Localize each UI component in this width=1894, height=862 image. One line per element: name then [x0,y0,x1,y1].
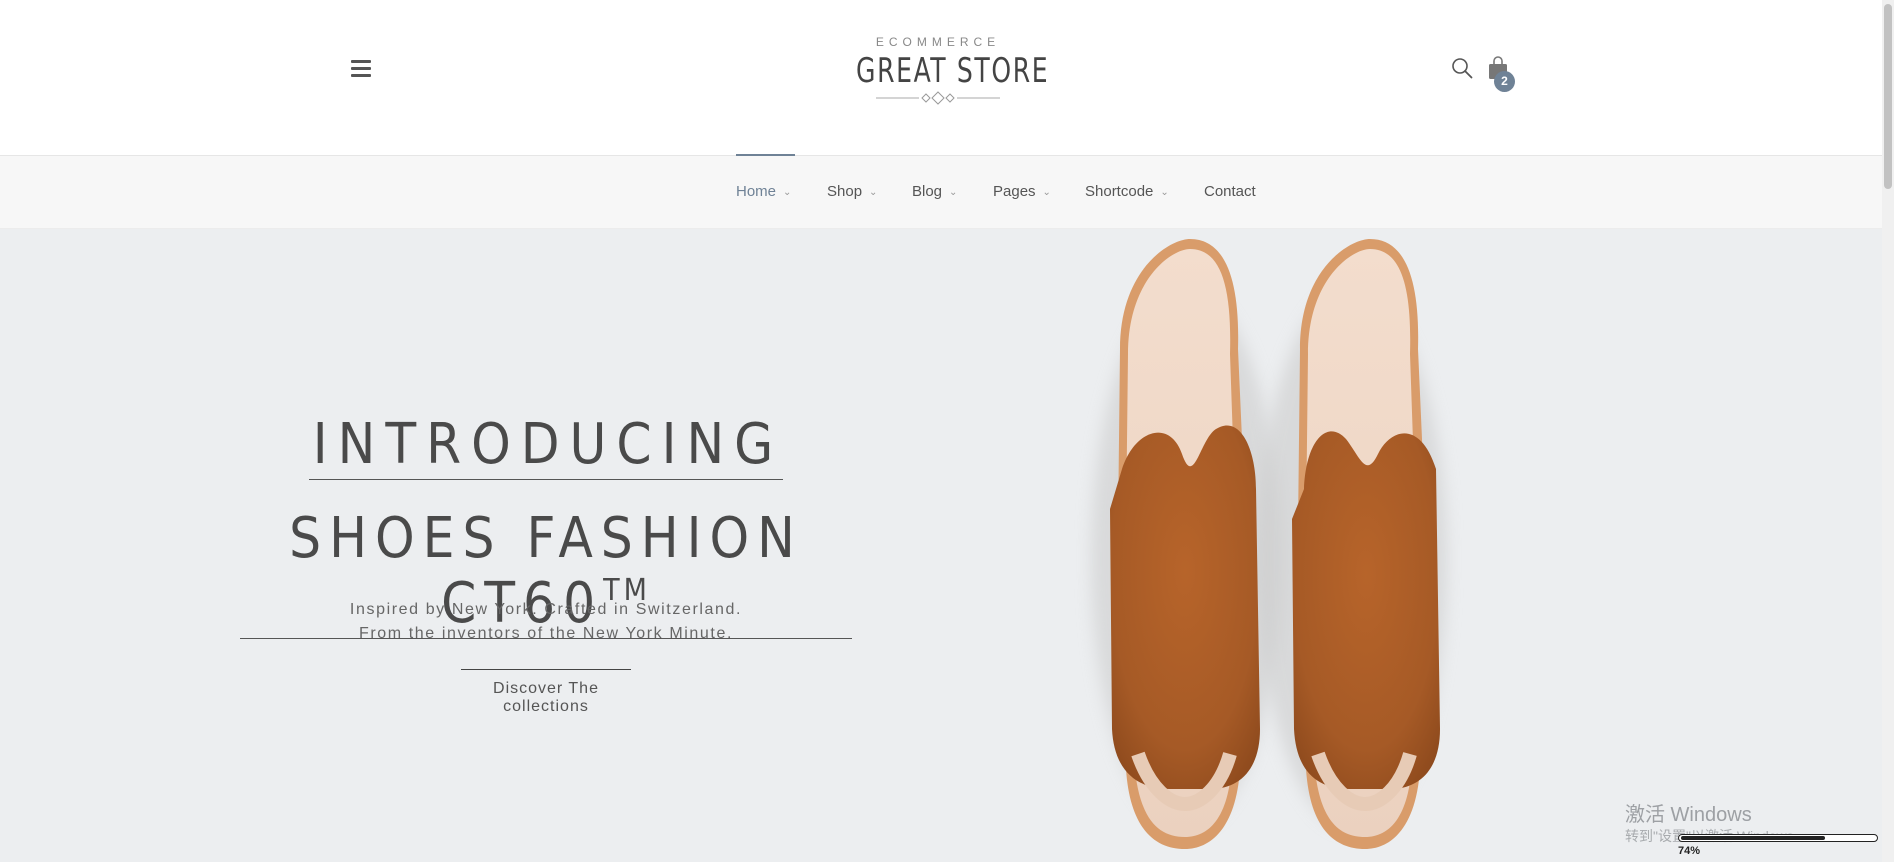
nav-item-home[interactable]: Home ⌄ [736,154,796,228]
nav-item-label: Contact [1204,183,1256,200]
nav-item-label: Shortcode [1085,183,1154,200]
zoom-level-label: 74% [1678,845,1701,857]
logo-title: GREAT STORE [856,51,1050,91]
discover-collections-link[interactable]: Discover The collections [461,669,631,716]
chevron-down-icon: ⌄ [783,187,792,198]
nav-item-pages[interactable]: Pages ⌄ [993,156,1051,228]
nav-item-label: Shop [827,183,863,200]
hero-subtitle-line1: Inspired by New York. Crafted in Switzer… [349,601,743,618]
zoom-progress-fill [1681,836,1825,840]
logo-ornament [876,91,1000,105]
site-logo[interactable]: ECOMMERCE GREAT STORE [838,35,1050,110]
hero-title-line1: INTRODUCING [240,412,852,480]
logo-tagline: ECOMMERCE [875,35,1001,49]
nav-item-label: Home [736,183,777,200]
product-shoes-image [1091,239,1447,849]
hamburger-icon[interactable] [351,60,371,78]
chevron-down-icon: ⌄ [949,187,958,198]
windows-activation-watermark: 激活 Windows [1625,804,1752,826]
nav-item-contact[interactable]: Contact [1204,156,1256,228]
scrollbar-thumb[interactable] [1884,4,1892,189]
nav-item-shop[interactable]: Shop ⌄ [827,156,877,228]
hero-slider: INTRODUCING SHOES FASHION CT60TM Inspire… [0,229,1882,862]
search-icon[interactable] [1451,57,1473,79]
chevron-down-icon: ⌄ [1160,187,1169,198]
nav-item-label: Blog [912,183,943,200]
nav-item-label: Pages [993,183,1036,200]
hero-subtitle-line2: From the inventors of the New York Minut… [358,625,733,642]
zoom-progress-bar [1678,834,1878,842]
nav-item-shortcode[interactable]: Shortcode ⌄ [1085,156,1169,228]
site-header: ECOMMERCE GREAT STORE 2 [0,0,1882,156]
chevron-down-icon: ⌄ [1042,187,1051,198]
nav-item-blog[interactable]: Blog ⌄ [912,156,957,228]
main-navigation: Home ⌄ Shop ⌄ Blog ⌄ Pages ⌄ Shortcode ⌄ Cont… [0,154,1882,229]
cart-count-badge[interactable]: 2 [1494,71,1515,92]
chevron-down-icon: ⌄ [869,187,878,198]
